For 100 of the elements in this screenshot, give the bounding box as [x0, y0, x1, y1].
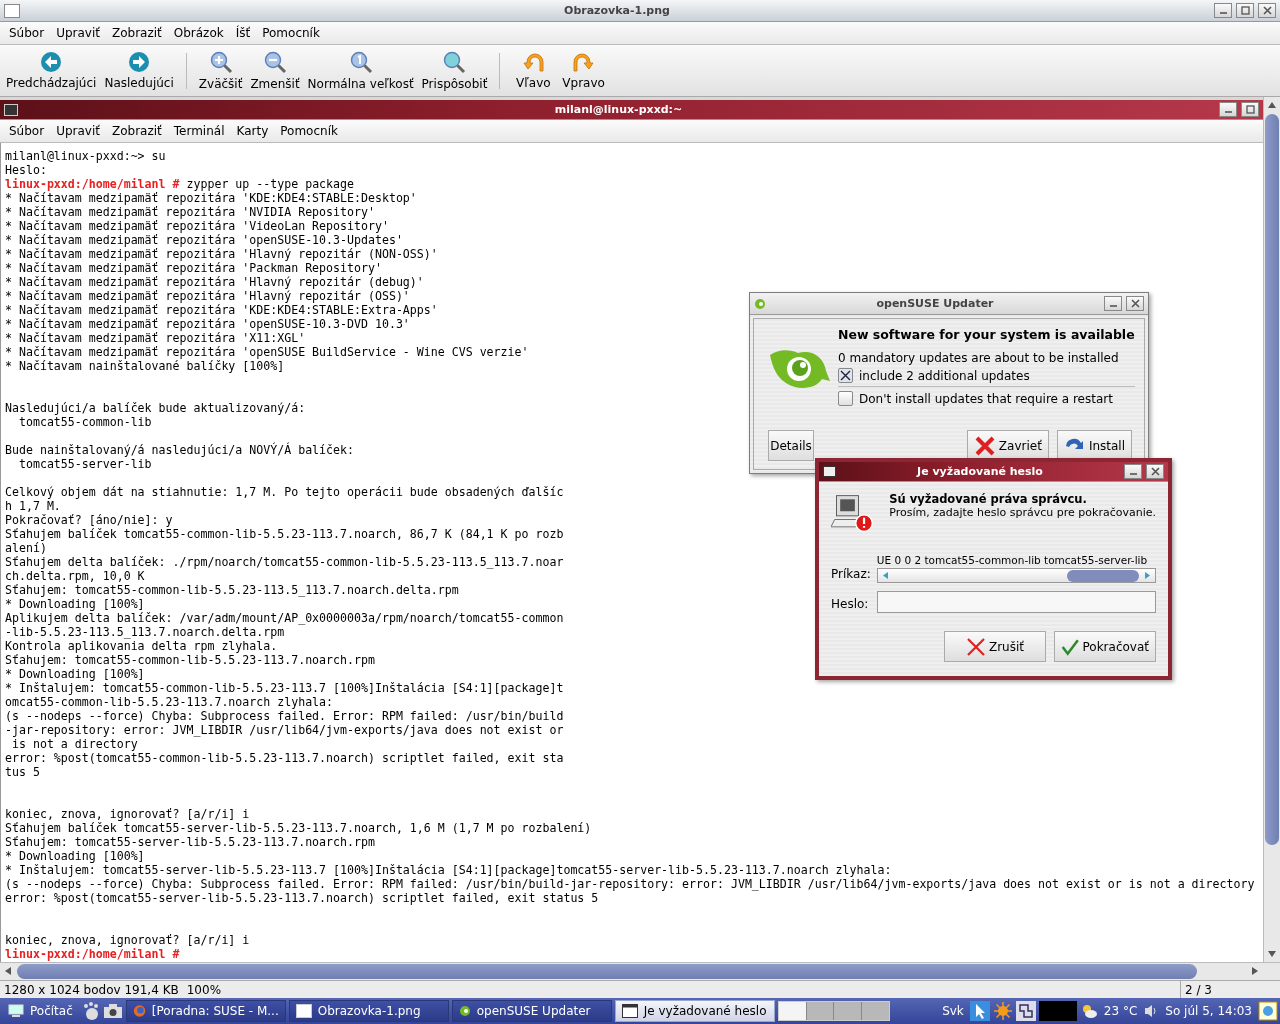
close-button[interactable]: [1126, 296, 1144, 311]
menu-item[interactable]: Pomocník: [275, 122, 343, 140]
menu-item[interactable]: Pomocník: [257, 24, 325, 42]
workspace-pager[interactable]: [777, 1001, 890, 1021]
terminal-line: Bude nainštalovaný/á nasledujúci/a NOVÝ/Á balíček:: [5, 443, 354, 457]
zoom-level: 100%: [185, 982, 223, 997]
computer-icon: [8, 1004, 24, 1018]
command-text: UE 0 0 2 tomcat55-common-lib tomcat55-server-lib: [876, 554, 1148, 566]
scrollbar-thumb[interactable]: [1265, 114, 1279, 846]
menu-item[interactable]: Zobraziť: [106, 24, 167, 42]
minimize-button[interactable]: [1104, 296, 1122, 311]
terminal-line: * Načítavam medzipamäť repozitára 'X11:XGL': [5, 331, 306, 345]
terminal-line: * Načítavam medzipamäť repozitára 'openSUSE-10.3-Updates': [5, 233, 403, 247]
window-icon: [621, 1004, 638, 1018]
dialog-button[interactable]: Zrušiť: [944, 631, 1046, 662]
terminal-line: ch.delta.rpm, 10,0 K: [5, 569, 145, 583]
shell-prompt: linux-pxxd:/home/milanl #: [5, 177, 180, 191]
terminal-line: -lib-5.5.23-113.5_113.7.noarch.delta.rpm: [5, 625, 285, 639]
terminal-line: tomcat55-common-lib: [17, 415, 152, 429]
toolbar-button[interactable]: Nasledujúci: [100, 49, 178, 92]
terminal-line: * Načítavam medzipamäť repozitára 'KDE:KDE4:STABLE:Extra-Apps': [5, 303, 438, 317]
window-title: Obrazovka-1.png: [563, 4, 671, 17]
menu-item[interactable]: Upraviť: [51, 24, 105, 42]
cursor-icon[interactable]: [969, 1001, 990, 1021]
minimize-button[interactable]: [1214, 3, 1232, 18]
terminal-line: milanl@linux-pxxd:~> su: [5, 149, 166, 163]
minimize-button[interactable]: [1219, 102, 1237, 117]
terminal-line: * Načítavam medzipamäť repozitára 'Hlavný repozitár (NON-OSS)': [5, 247, 438, 261]
desktop-icon[interactable]: [1258, 1001, 1278, 1021]
left-arrow-icon: [883, 572, 889, 579]
terminal-line: error: %post(tomcat55-server-lib-5.5.23-113.7.noarch) scriptlet failed, exit status 5: [5, 891, 599, 905]
minimize-button[interactable]: [1124, 464, 1142, 479]
terminal-line: h 1,7 M.: [5, 499, 61, 513]
terminal-line: Pokračovať? [áno/nie]: y: [5, 513, 173, 527]
checkbox[interactable]: [838, 368, 853, 383]
taskbar-item[interactable]: openSUSE Updater: [451, 1000, 612, 1022]
clock[interactable]: So júl 5, 14:03: [1162, 1004, 1255, 1018]
rotate-left-icon: [522, 51, 545, 73]
dialog-button[interactable]: Details: [768, 430, 814, 461]
zoom-fit-icon: [442, 50, 467, 74]
menu-item[interactable]: Karty: [231, 122, 274, 140]
toolbar-button[interactable]: Zväčšiť: [194, 48, 247, 93]
taskbar-item[interactable]: [Poradna: SUSE - M...: [125, 1000, 286, 1022]
terminal-line: * Downloading [100%]: [5, 597, 145, 611]
toolbar-button[interactable]: Predchádzajúci: [2, 49, 101, 92]
dialog-button[interactable]: Pokračovať: [1054, 631, 1156, 662]
maximize-button[interactable]: [1236, 3, 1254, 18]
horizontal-scrollbar[interactable]: [876, 568, 1156, 583]
weather-temperature[interactable]: 23 °C: [1100, 1004, 1141, 1018]
password-field[interactable]: [876, 591, 1156, 613]
terminal-line: * Načítavam medzipamäť repozitára 'VideoLan Repository': [5, 219, 389, 233]
footprint-icon[interactable]: [81, 1001, 100, 1021]
toolbar-button[interactable]: Normálna veľkosť: [303, 48, 418, 93]
menu-item[interactable]: Íšť: [230, 24, 256, 42]
camera-icon[interactable]: [102, 1003, 123, 1019]
right-arrow-icon: [1144, 572, 1150, 579]
image-info: 1280 x 1024 bodov 191,4 KB: [3, 982, 180, 997]
menu-item[interactable]: Upraviť: [51, 122, 105, 140]
terminal-line: Celkový objem dát na stiahnutie: 1,7 M. Po tejto operácii bude obsadených ďalšíc: [5, 485, 564, 499]
window-title: milanl@linux-pxxd:~: [553, 103, 684, 116]
scrollbar-thumb[interactable]: [17, 964, 1197, 979]
chameleon-logo-icon: [768, 349, 830, 389]
network-icon[interactable]: [1015, 1001, 1036, 1021]
cross-icon: [965, 636, 986, 657]
toolbar-button[interactable]: Vpravo: [558, 49, 609, 92]
menu-item[interactable]: Súbor: [4, 24, 50, 42]
updater-icon: [754, 297, 766, 310]
maximize-button[interactable]: [1241, 102, 1259, 117]
toolbar-button[interactable]: Zmenšiť: [246, 48, 304, 93]
taskbar-item[interactable]: Obrazovka-1.png: [288, 1000, 449, 1022]
toolbar-button[interactable]: Vľavo: [508, 49, 559, 92]
start-button[interactable]: Počítač: [2, 1000, 79, 1022]
menu-item[interactable]: Terminál: [168, 122, 230, 140]
close-button[interactable]: [1258, 3, 1276, 18]
terminal-line: error: %post(tomcat55-common-lib-5.5.23-113.7.noarch) scriptlet failed, exit sta: [5, 751, 564, 765]
terminal-line: * Načítavam nainštalované balíčky [100%]: [5, 359, 285, 373]
checkbox[interactable]: [838, 391, 853, 406]
vertical-scrollbar[interactable]: [1263, 97, 1280, 962]
keyboard-layout[interactable]: Svk: [939, 1004, 967, 1018]
terminal-line: -jar-repository: error: JVM_LIBDIR /usr/lib64/jvm-exports/java does not exist or: [5, 723, 564, 737]
terminal-line: * Načítavam medzipamäť repozitára 'openSUSE-10.3-DVD 10.3': [5, 317, 410, 331]
sun-icon[interactable]: [992, 1001, 1013, 1021]
terminal-line: Nasledujúci/a balíček bude aktualizovaný/á:: [5, 401, 306, 415]
scrollbar-thumb[interactable]: [1067, 569, 1139, 582]
close-button[interactable]: [1146, 464, 1164, 479]
terminal-line: Aplikujem delta balíček: /var/adm/mount/AP_0x0000003a/rpm/noarch/tomcat55-common: [5, 611, 564, 625]
menu-item[interactable]: Súbor: [4, 122, 50, 140]
checkbox-label: Don't install updates that require a restart: [859, 391, 1113, 406]
taskbar-item[interactable]: Je vyžadované heslo: [614, 1000, 775, 1022]
menu-item[interactable]: Zobraziť: [106, 122, 167, 140]
left-arrow-icon: [5, 967, 11, 975]
zoom-actual-icon: [348, 50, 373, 74]
right-arrow-icon: [1252, 967, 1258, 975]
toolbar-button[interactable]: Prispôsobiť: [417, 48, 492, 93]
shell-command: zypper up --type package: [186, 177, 355, 191]
menu-item[interactable]: Obrázok: [168, 24, 229, 42]
terminal-line: tus 5: [5, 765, 40, 779]
terminal-line: omcat55-common-lib-5.5.23-113.7.noarch zlyhala:: [5, 695, 334, 709]
horizontal-scrollbar[interactable]: [0, 962, 1280, 980]
window-title: openSUSE Updater: [875, 297, 995, 310]
